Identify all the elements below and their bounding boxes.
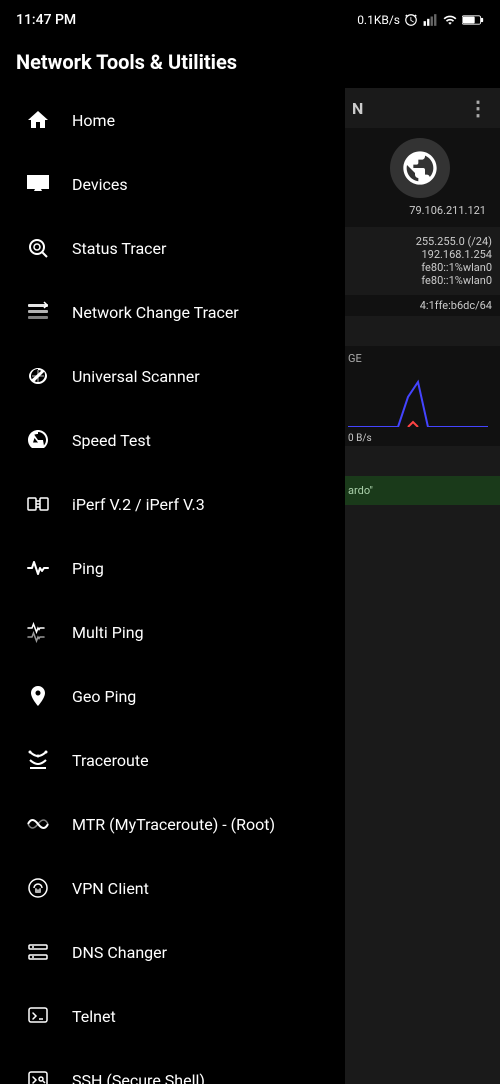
nav-item-status-tracer[interactable]: Status Tracer bbox=[0, 216, 345, 280]
nav-item-telnet[interactable]: Telnet bbox=[0, 984, 345, 1048]
more-options-icon[interactable]: ⋮ bbox=[468, 96, 488, 120]
ip-address: 79.106.211.121 bbox=[350, 204, 490, 217]
nav-item-ping[interactable]: Ping bbox=[0, 536, 345, 600]
chart-section bbox=[340, 371, 500, 431]
nav-item-home[interactable]: Home bbox=[0, 88, 345, 152]
mtr-icon bbox=[20, 806, 56, 842]
alarm-icon bbox=[404, 13, 418, 27]
ipv6-3: 4:1ffe:b6dc/64 bbox=[348, 299, 492, 312]
nav-item-iperf[interactable]: iPerf V.2 / iPerf V.3 bbox=[0, 472, 345, 536]
nav-label-vpn-client: VPN CIient bbox=[72, 879, 149, 898]
nav-item-network-change-tracer[interactable]: Network Change Tracer bbox=[0, 280, 345, 344]
nav-item-multi-ping[interactable]: Multi Ping bbox=[0, 600, 345, 664]
nav-label-devices: Devices bbox=[72, 175, 128, 194]
status-tracer-icon bbox=[20, 230, 56, 266]
home-icon bbox=[20, 102, 56, 138]
speed-label-section: 0 B/s bbox=[340, 431, 500, 446]
nav-item-vpn-client[interactable]: VPN CIient bbox=[0, 856, 345, 920]
status-time: 11:47 PM bbox=[16, 12, 76, 28]
status-bar: 11:47 PM 0.1KB/s bbox=[0, 0, 500, 36]
network-info: 255.255.0 (/24) 192.168.1.254 fe80::1%wl… bbox=[340, 227, 500, 295]
vpn-client-icon bbox=[20, 870, 56, 906]
app-title: Network Tools & Utilities bbox=[16, 50, 484, 74]
bg-label: N bbox=[352, 99, 468, 118]
nav-label-home: Home bbox=[72, 111, 115, 130]
chart-label: GE bbox=[348, 352, 492, 365]
drawer-container: N ⋮ 79.106.211.121 255.255.0 (/24) 192.1… bbox=[0, 88, 500, 1084]
green-text: ardo" bbox=[348, 484, 492, 497]
gateway: 192.168.1.254 bbox=[348, 248, 492, 261]
devices-icon bbox=[20, 166, 56, 202]
nav-label-dns-changer: DNS Changer bbox=[72, 943, 167, 962]
nav-label-universal-scanner: Universal Scanner bbox=[72, 367, 200, 386]
nav-label-telnet: Telnet bbox=[72, 1007, 116, 1026]
spacer-2 bbox=[340, 446, 500, 466]
nav-item-geo-ping[interactable]: Geo Ping bbox=[0, 664, 345, 728]
nav-item-ssh[interactable]: SSH (Secure Shell) bbox=[0, 1048, 345, 1084]
telnet-icon bbox=[20, 998, 56, 1034]
speed-label: 0 B/s bbox=[348, 433, 492, 444]
geo-ping-icon bbox=[20, 678, 56, 714]
green-section: ardo" bbox=[340, 476, 500, 505]
nav-label-iperf: iPerf V.2 / iPerf V.3 bbox=[72, 495, 205, 514]
globe-icon bbox=[390, 138, 450, 198]
nav-item-dns-changer[interactable]: DNS Changer bbox=[0, 920, 345, 984]
nav-item-devices[interactable]: Devices bbox=[0, 152, 345, 216]
nav-label-speed-test: Speed Test bbox=[72, 431, 151, 450]
ipv6-section: 4:1ffe:b6dc/64 bbox=[340, 295, 500, 316]
iperf-icon bbox=[20, 486, 56, 522]
bg-content: N ⋮ 79.106.211.121 255.255.0 (/24) 192.1… bbox=[340, 88, 500, 1084]
network-change-tracer-icon bbox=[20, 294, 56, 330]
nav-drawer: Home Devices Status Tracer Network Change T… bbox=[0, 88, 345, 1084]
universal-scanner-icon bbox=[20, 358, 56, 394]
subnet-mask: 255.255.0 (/24) bbox=[348, 235, 492, 248]
signal-icon bbox=[422, 13, 438, 27]
status-right: 0.1KB/s bbox=[357, 13, 484, 27]
nav-label-traceroute: Traceroute bbox=[72, 751, 149, 770]
multi-ping-icon bbox=[20, 614, 56, 650]
nav-label-geo-ping: Geo Ping bbox=[72, 687, 136, 706]
ipv6-1: fe80::1%wlan0 bbox=[348, 261, 492, 274]
nav-label-mtr: MTR (MyTraceroute) - (Root) bbox=[72, 815, 275, 834]
bg-header: N ⋮ bbox=[340, 88, 500, 128]
dns-changer-icon bbox=[20, 934, 56, 970]
spacer-1 bbox=[340, 316, 500, 346]
app-header: Network Tools & Utilities bbox=[0, 36, 500, 88]
nav-label-ssh: SSH (Secure Shell) bbox=[72, 1071, 205, 1084]
wifi-icon bbox=[442, 13, 458, 27]
globe-section: 79.106.211.121 bbox=[340, 128, 500, 227]
nav-label-network-change-tracer: Network Change Tracer bbox=[72, 303, 239, 322]
ping-icon bbox=[20, 550, 56, 586]
nav-label-status-tracer: Status Tracer bbox=[72, 239, 166, 258]
speed-test-icon bbox=[20, 422, 56, 458]
chart-label-section: GE bbox=[340, 346, 500, 371]
battery-icon bbox=[462, 14, 484, 26]
nav-label-multi-ping: Multi Ping bbox=[72, 623, 144, 642]
nav-item-mtr[interactable]: MTR (MyTraceroute) - (Root) bbox=[0, 792, 345, 856]
ssh-icon bbox=[20, 1062, 56, 1084]
nav-item-speed-test[interactable]: Speed Test bbox=[0, 408, 345, 472]
ipv6-2: fe80::1%wlan0 bbox=[348, 274, 492, 287]
network-speed: 0.1KB/s bbox=[357, 13, 400, 27]
nav-item-traceroute[interactable]: Traceroute bbox=[0, 728, 345, 792]
nav-item-universal-scanner[interactable]: Universal Scanner bbox=[0, 344, 345, 408]
traceroute-icon bbox=[20, 742, 56, 778]
nav-label-ping: Ping bbox=[72, 559, 104, 578]
speed-chart bbox=[348, 377, 488, 427]
